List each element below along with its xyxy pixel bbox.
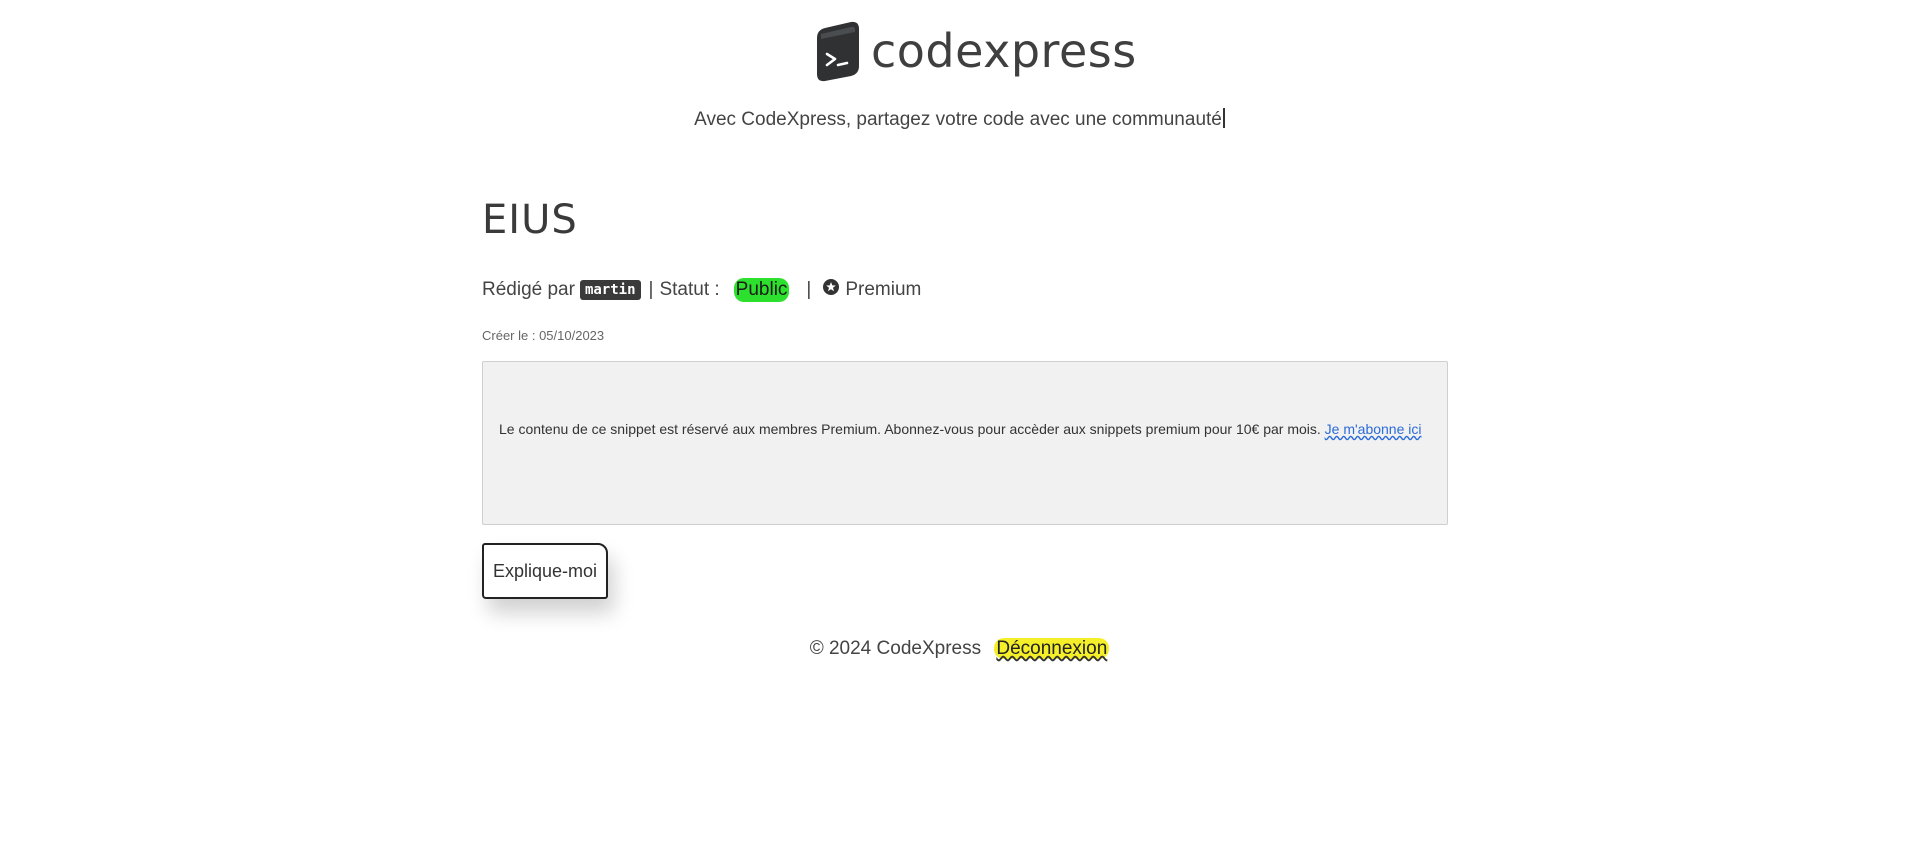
premium-label: Premium xyxy=(845,279,922,300)
locked-message: Le contenu de ce snippet est réservé aux… xyxy=(499,421,1321,437)
site-header: codexpress Avec CodeXpress, partagez vot… xyxy=(0,0,1919,160)
copyright: © 2024 CodeXpress xyxy=(809,638,982,659)
written-by-label: Rédigé par xyxy=(482,279,575,300)
status-badge: Public xyxy=(733,278,790,302)
explain-button[interactable]: Explique-moi xyxy=(482,543,608,599)
status-label: Statut : xyxy=(659,279,720,300)
logo-text: codexpress xyxy=(871,24,1137,78)
created-date: Créer le : 05/10/2023 xyxy=(482,328,605,343)
author-badge: martin xyxy=(579,280,641,300)
snippet-content-box: Le contenu de ce snippet est réservé aux… xyxy=(482,361,1448,525)
logout-link[interactable]: Déconnexion xyxy=(994,638,1110,659)
site-footer: © 2024 CodeXpress Déconnexion xyxy=(0,638,1919,660)
separator: | xyxy=(806,279,812,300)
premium-indicator: Premium xyxy=(823,279,921,301)
premium-message: Le contenu de ce snippet est réservé aux… xyxy=(499,421,1422,437)
subscribe-link[interactable]: Je m'abonne ici xyxy=(1325,421,1422,437)
tagline: Avec CodeXpress, partagez votre code ave… xyxy=(0,108,1919,131)
typing-cursor xyxy=(1222,108,1225,128)
tagline-text: Avec CodeXpress, partagez votre code ave… xyxy=(694,109,1222,130)
separator: | xyxy=(648,279,654,300)
snippet-main: EIUS Rédigé par martin | Statut : Public… xyxy=(482,190,1448,599)
star-icon xyxy=(823,279,840,301)
site-logo[interactable]: codexpress xyxy=(815,20,1137,82)
snippet-title: EIUS xyxy=(482,197,578,243)
snippet-meta: Rédigé par martin | Statut : Public | Pr… xyxy=(482,270,1448,310)
terminal-icon xyxy=(815,20,861,82)
